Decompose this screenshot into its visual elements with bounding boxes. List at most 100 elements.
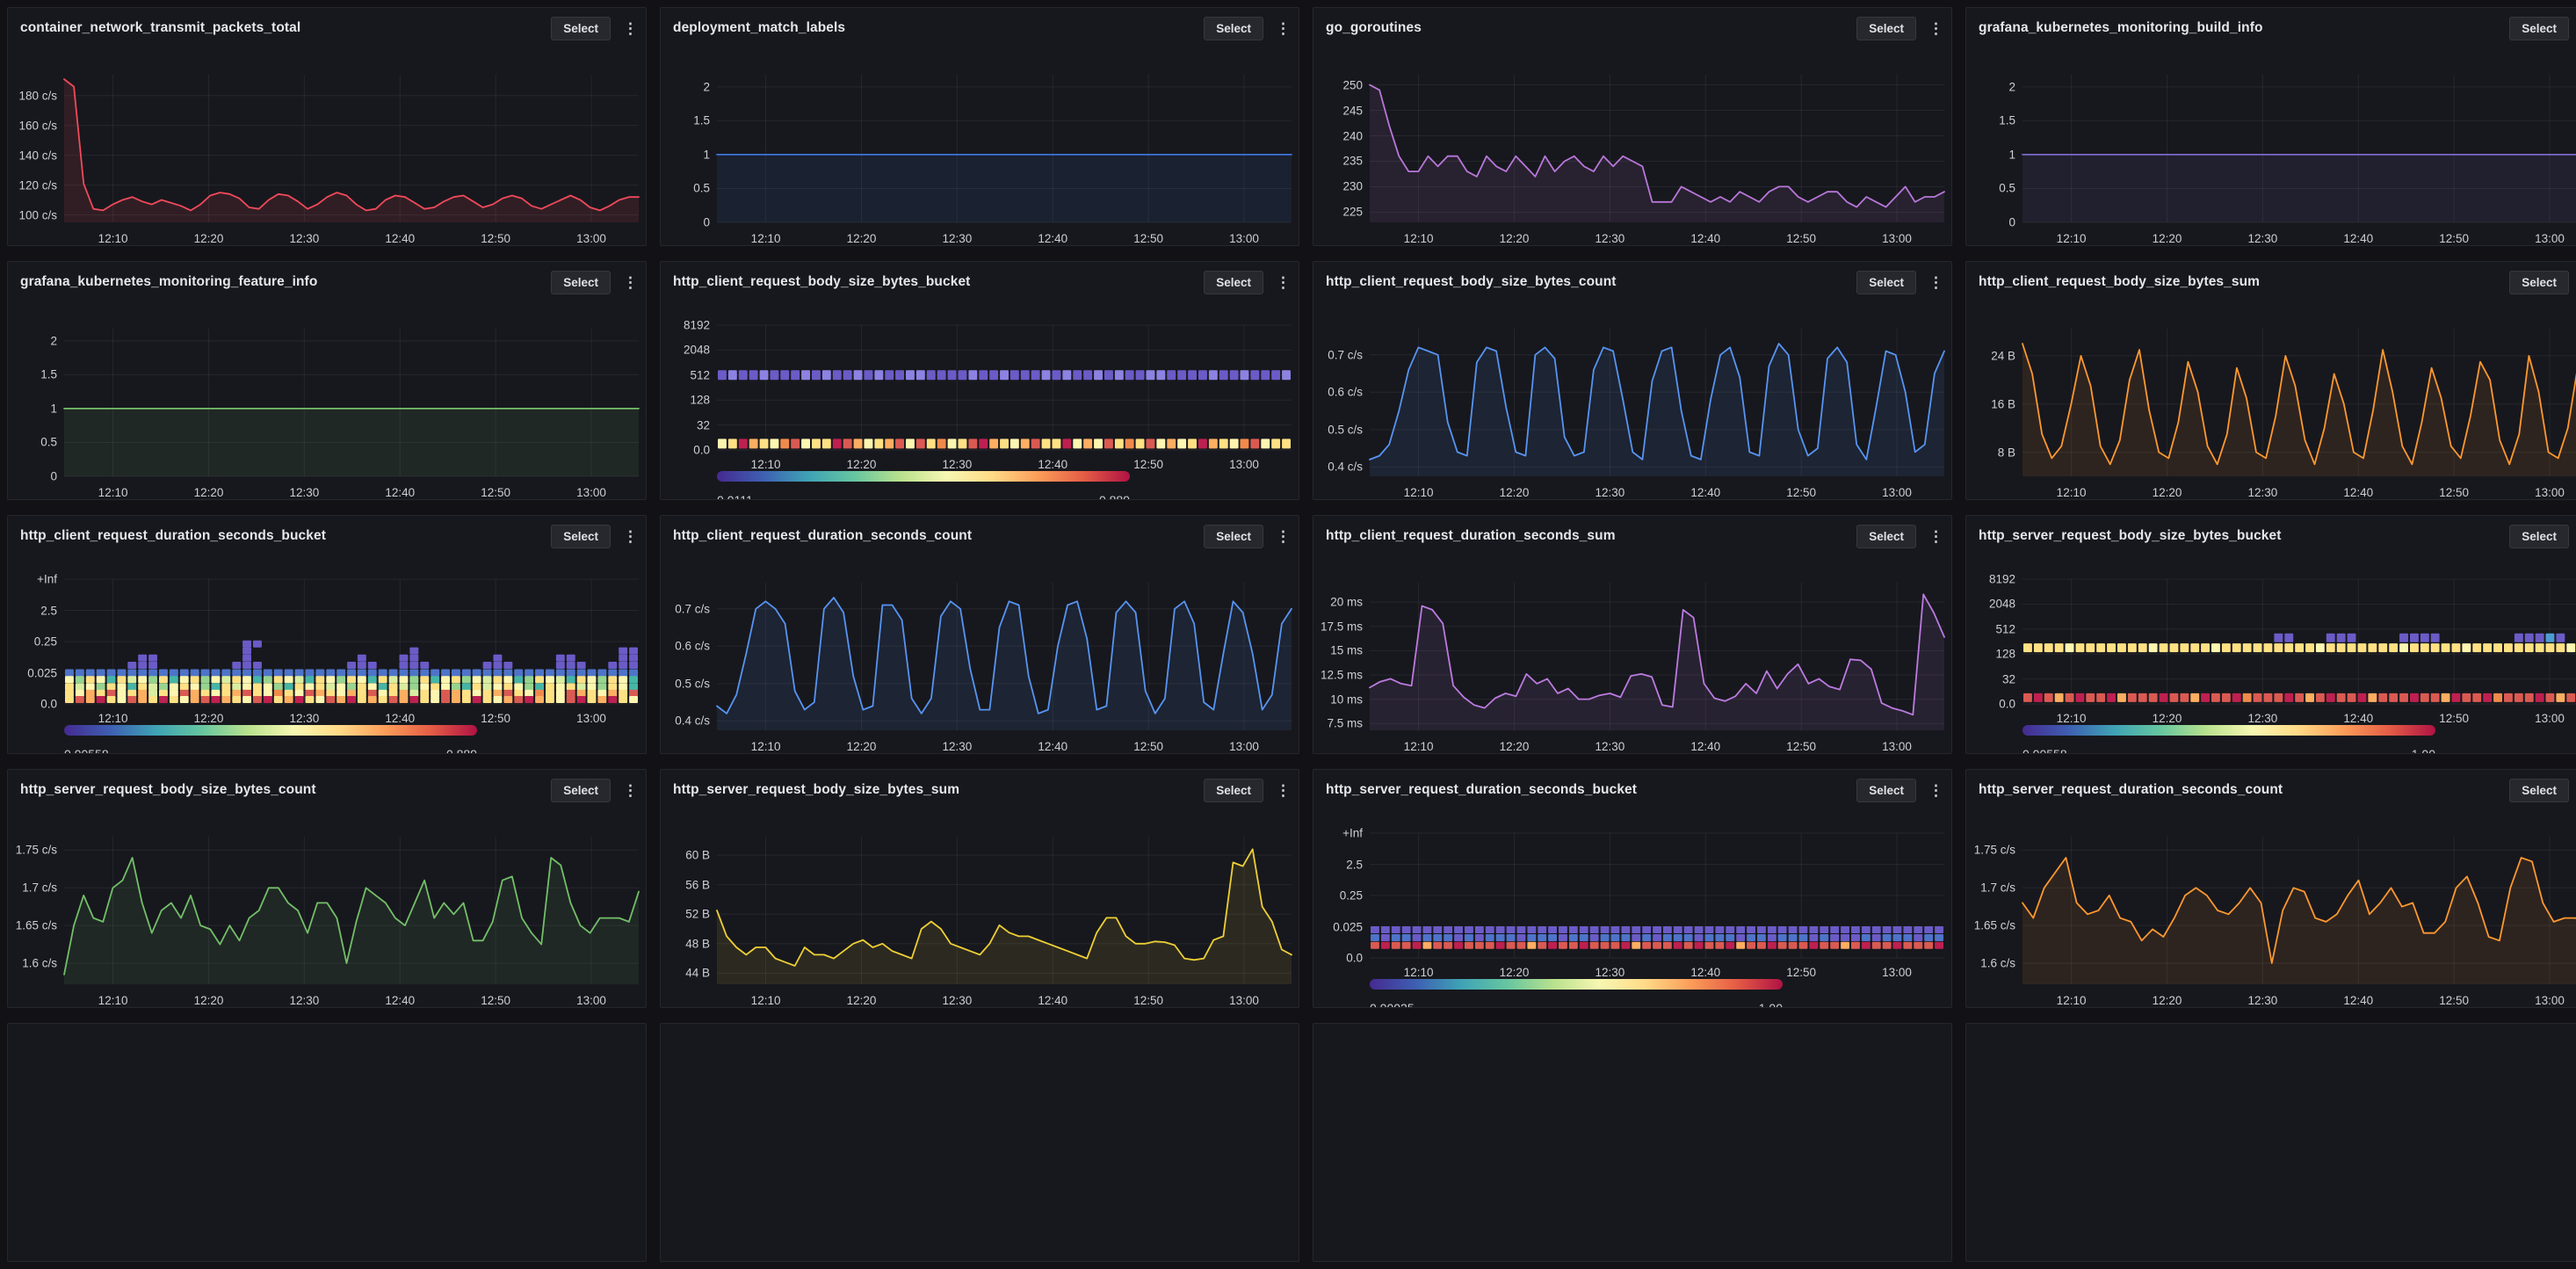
line-chart-canvas[interactable] (2022, 329, 2576, 476)
line-chart-canvas[interactable] (717, 583, 1292, 730)
kebab-menu-icon[interactable]: ⋮ (623, 529, 635, 544)
chart-area[interactable]: 25024524023523022512:1012:2012:3012:4012… (1313, 34, 1951, 245)
heatmap-cell (1517, 934, 1526, 941)
chart-area[interactable]: 21.510.5012:1012:2012:3012:4012:5013:00 (8, 288, 646, 499)
heatmap-cell (315, 670, 324, 677)
heatmap-cell (2337, 634, 2346, 642)
line-chart-canvas[interactable] (64, 329, 639, 476)
line-chart-canvas[interactable] (717, 837, 1292, 984)
color-scale-legend (2022, 725, 2435, 736)
heatmap-cell (285, 683, 293, 690)
chart-area[interactable]: 21.510.5012:1012:2012:3012:4012:5013:00 (1966, 34, 2576, 245)
chart-area[interactable]: 20 ms17.5 ms15 ms12.5 ms10 ms7.5 ms12:10… (1313, 542, 1951, 753)
line-chart-canvas[interactable] (2022, 75, 2576, 222)
kebab-menu-icon[interactable]: ⋮ (623, 21, 635, 36)
kebab-menu-icon[interactable]: ⋮ (1928, 21, 1941, 36)
kebab-menu-icon[interactable]: ⋮ (1928, 783, 1941, 798)
y-axis-label: 2.5 (8, 605, 57, 617)
line-chart-canvas[interactable] (64, 75, 639, 222)
heatmap-cell (2546, 643, 2555, 652)
kebab-menu-icon[interactable]: ⋮ (623, 783, 635, 798)
x-axis-label: 12:30 (942, 459, 972, 471)
x-axis-label: 12:40 (1038, 995, 1067, 1007)
heatmap-cell (1715, 942, 1724, 949)
y-axis-label: 0.5 c/s (1313, 424, 1363, 436)
heatmap-cell (1893, 942, 1902, 949)
heatmap-cell (2170, 643, 2179, 652)
chart-area[interactable]: 81922048512128320.012:1012:2012:3012:401… (661, 288, 1299, 499)
heatmap-canvas[interactable] (717, 325, 1292, 450)
chart-area[interactable]: 1.75 c/s1.7 c/s1.65 c/s1.6 c/s12:1012:20… (8, 796, 646, 1007)
x-axis-label: 13:00 (1229, 741, 1259, 753)
heatmap-cell (1198, 439, 1207, 448)
heatmap-cell (1167, 370, 1176, 380)
line-chart-canvas[interactable] (2022, 837, 2576, 984)
kebab-menu-icon[interactable]: ⋮ (1276, 21, 1288, 36)
chart-area[interactable]: 180 c/s160 c/s140 c/s120 c/s100 c/s12:10… (8, 34, 646, 245)
line-chart-canvas[interactable] (1370, 329, 1944, 476)
heatmap-cell (368, 676, 377, 683)
heatmap-cell (577, 696, 586, 703)
heatmap-cell (1841, 926, 1849, 933)
line-chart-canvas[interactable] (1370, 583, 1944, 730)
heatmap-cell (2055, 643, 2064, 652)
heatmap-cell (2410, 693, 2419, 702)
heatmap-cell (253, 670, 262, 677)
heatmap-cell (608, 683, 617, 690)
x-axis-label: 12:30 (289, 995, 319, 1007)
chart-area[interactable]: 24 B16 B8 B12:1012:2012:3012:4012:5013:0… (1966, 288, 2576, 499)
heatmap-cell (1209, 439, 1218, 448)
heatmap-cell (2211, 643, 2220, 652)
kebab-menu-icon[interactable]: ⋮ (1928, 275, 1941, 290)
chart-area[interactable]: 1.75 c/s1.7 c/s1.65 c/s1.6 c/s12:1012:20… (1966, 796, 2576, 1007)
line-chart-canvas[interactable] (64, 837, 639, 984)
heatmap-cell (546, 683, 554, 690)
heatmap-cell (326, 683, 335, 690)
heatmap-canvas[interactable] (1370, 833, 1944, 958)
heatmap-cell (431, 670, 439, 677)
kebab-menu-icon[interactable]: ⋮ (623, 275, 635, 290)
heatmap-cell (306, 670, 315, 677)
heatmap-cell (1073, 370, 1082, 380)
chart-area[interactable]: 21.510.5012:1012:2012:3012:4012:5013:00 (661, 34, 1299, 245)
dashboard-panel: http_server_request_body_size_bytes_sum … (660, 769, 1299, 1008)
heatmap-cell (180, 690, 189, 697)
x-axis-label: 12:30 (942, 741, 972, 753)
heatmap-canvas[interactable] (64, 579, 639, 704)
heatmap-cell (1611, 926, 1620, 933)
x-axis-label: 12:20 (847, 233, 877, 245)
chart-area[interactable]: 0.7 c/s0.6 c/s0.5 c/s0.4 c/s12:1012:2012… (1313, 288, 1951, 499)
heatmap-cell (148, 676, 157, 683)
heatmap-cell (629, 655, 638, 662)
kebab-menu-icon[interactable]: ⋮ (1928, 529, 1941, 544)
line-chart-canvas[interactable] (717, 75, 1292, 222)
heatmap-cell (1736, 942, 1745, 949)
x-axis-label: 12:10 (1404, 741, 1434, 753)
heatmap-cell (1423, 934, 1432, 941)
heatmap-cell (1663, 926, 1672, 933)
heatmap-cell (2044, 643, 2053, 652)
chart-area[interactable]: 0.7 c/s0.6 c/s0.5 c/s0.4 c/s12:1012:2012… (661, 542, 1299, 753)
heatmap-cell (452, 690, 460, 697)
heatmap-cell (854, 439, 863, 448)
heatmap-cell (400, 670, 409, 677)
chart-area[interactable]: +Inf2.50.250.0250.012:1012:2012:3012:401… (8, 542, 646, 753)
heatmap-cell (567, 670, 575, 677)
heatmap-cell (336, 696, 345, 703)
heatmap-cell (597, 676, 606, 683)
heatmap-canvas[interactable] (2022, 579, 2576, 704)
chart-area[interactable]: 60 B56 B52 B48 B44 B12:1012:2012:3012:40… (661, 796, 1299, 1007)
kebab-menu-icon[interactable]: ⋮ (1276, 783, 1288, 798)
chart-area[interactable]: +Inf2.50.250.0250.012:1012:2012:3012:401… (1313, 796, 1951, 1007)
heatmap-cell (2493, 643, 2502, 652)
heatmap-cell (556, 696, 565, 703)
heatmap-cell (577, 683, 586, 690)
heatmap-cell (2305, 643, 2314, 652)
heatmap-cell (546, 696, 554, 703)
heatmap-cell (379, 690, 387, 697)
heatmap-cell (1125, 439, 1134, 448)
kebab-menu-icon[interactable]: ⋮ (1276, 529, 1288, 544)
chart-area[interactable]: 81922048512128320.012:1012:2012:3012:401… (1966, 542, 2576, 753)
line-chart-canvas[interactable] (1370, 75, 1944, 222)
kebab-menu-icon[interactable]: ⋮ (1276, 275, 1288, 290)
